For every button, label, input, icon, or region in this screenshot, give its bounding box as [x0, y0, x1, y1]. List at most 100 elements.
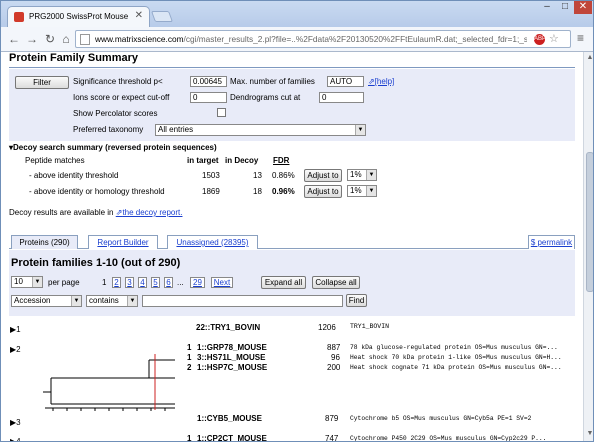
- tab-report-builder[interactable]: Report Builder: [88, 235, 158, 249]
- family-number: 2: [16, 345, 21, 354]
- hit-accession[interactable]: 1::CP2CT_MOUSE: [197, 434, 267, 441]
- decoy-row-decoy: 18: [253, 187, 262, 196]
- page-ellipsis: ...: [177, 278, 184, 287]
- sig-threshold-input[interactable]: [190, 76, 227, 87]
- scroll-down-icon[interactable]: ▼: [586, 430, 593, 437]
- page-icon: [80, 34, 90, 45]
- fdr-select[interactable]: 1% ▼: [347, 169, 377, 181]
- title-divider: [9, 67, 575, 68]
- forward-icon[interactable]: →: [25, 32, 39, 46]
- page-link[interactable]: 6: [164, 277, 173, 288]
- chevron-down-icon: ▼: [366, 170, 376, 180]
- vertical-scrollbar[interactable]: ▲ ▼: [583, 52, 593, 441]
- ions-cutoff-input[interactable]: [190, 92, 227, 103]
- hit-description: Heat shock 70 kDa protein 1-like OS=Mus …: [350, 354, 562, 361]
- find-button[interactable]: Find: [346, 294, 367, 307]
- hit-score: 887: [327, 343, 341, 352]
- hit-accession[interactable]: 1::CYB5_MOUSE: [197, 414, 262, 423]
- dendro-cut-input[interactable]: [319, 92, 364, 103]
- hit-score: 879: [325, 414, 339, 423]
- page-content: Protein Family Summary Filter Significan…: [1, 52, 583, 442]
- chevron-down-icon: ▼: [366, 186, 376, 196]
- fdr-select-value: 1%: [350, 186, 362, 195]
- page-link[interactable]: 29: [190, 277, 205, 288]
- per-page-select[interactable]: 10 ▼: [11, 276, 43, 288]
- decoy-row-fdr: 0.86%: [272, 171, 295, 180]
- taxonomy-select[interactable]: All entries ▼: [155, 124, 366, 136]
- close-window-icon[interactable]: ✕: [574, 1, 592, 14]
- close-tab-icon[interactable]: ✕: [135, 10, 143, 21]
- maximize-icon[interactable]: □: [557, 1, 573, 14]
- page-link[interactable]: 4: [138, 277, 147, 288]
- adjust-button[interactable]: Adjust to: [304, 185, 342, 198]
- hit-acc-text: 2::TRY1_BOVIN: [200, 323, 261, 332]
- wrench-icon[interactable]: ≡: [577, 31, 584, 45]
- hit-description: Cytochrome b5 OS=Mus musculus GN=Cyb5a P…: [350, 415, 532, 422]
- hit-accession[interactable]: 1::GRP78_MOUSE: [197, 343, 267, 352]
- expand-family-icon[interactable]: ▶2: [10, 345, 21, 354]
- decoy-row-target: 1869: [202, 187, 220, 196]
- hit-accession[interactable]: 3::HS71L_MOUSE: [197, 353, 265, 362]
- search-field-value: Accession: [14, 296, 51, 305]
- page-link[interactable]: 2: [112, 277, 121, 288]
- page-link[interactable]: 3: [125, 277, 134, 288]
- page-current: 1: [102, 278, 107, 287]
- tab-proteins[interactable]: Proteins (290): [11, 235, 78, 249]
- extension-icon[interactable]: ABP: [534, 34, 546, 45]
- hit-accession[interactable]: 22::TRY1_BOVIN: [196, 323, 260, 332]
- filter-button[interactable]: Filter: [15, 76, 69, 89]
- page-link[interactable]: 5: [151, 277, 160, 288]
- permalink-link[interactable]: $ permalink: [528, 235, 575, 249]
- collapse-all-button[interactable]: Collapse all: [312, 276, 360, 289]
- expand-family-icon[interactable]: ▶4: [10, 437, 21, 441]
- hit-description: Heat shock cognate 71 kDa protein OS=Mus…: [350, 364, 562, 371]
- tab-strip: PRG2000 SwissProt Mouse ✕ – □ ✕: [1, 1, 593, 27]
- tab-unassigned[interactable]: Unassigned (28395): [167, 235, 258, 249]
- bookmark-star-icon[interactable]: ☆: [549, 32, 559, 45]
- address-bar[interactable]: www.matrixscience.com/cgi/master_results…: [75, 30, 571, 48]
- expand-family-icon[interactable]: ▶3: [10, 418, 21, 427]
- hit-number: 2: [187, 363, 192, 372]
- family-number: 1: [16, 325, 21, 334]
- minimize-icon[interactable]: –: [539, 1, 555, 14]
- decoy-title: ▾Decoy search summary (reversed protein …: [9, 143, 217, 152]
- browser-tab[interactable]: PRG2000 SwissProt Mouse ✕: [7, 6, 150, 27]
- decoy-note: Decoy results are available in ⇗the deco…: [9, 208, 182, 217]
- new-tab-button[interactable]: [150, 11, 174, 22]
- decoy-row-label: - above identity threshold: [29, 171, 119, 180]
- col-target: in target: [187, 156, 219, 165]
- decoy-row-label: - above identity or homology threshold: [29, 187, 165, 196]
- scroll-thumb[interactable]: [586, 152, 593, 292]
- fdr-select[interactable]: 1% ▼: [347, 185, 377, 197]
- search-op-select[interactable]: contains ▼: [86, 295, 138, 307]
- expand-family-icon[interactable]: ▶1: [10, 325, 21, 334]
- hit-score: 747: [325, 434, 339, 442]
- back-icon[interactable]: ←: [7, 32, 21, 46]
- url-text: www.matrixscience.com/cgi/master_results…: [95, 34, 527, 44]
- reload-icon[interactable]: ↻: [43, 32, 57, 46]
- expand-all-button[interactable]: Expand all: [261, 276, 306, 289]
- browser-window: PRG2000 SwissProt Mouse ✕ – □ ✕ ← → ↻ ⌂ …: [0, 0, 594, 442]
- max-families-input[interactable]: [327, 76, 364, 87]
- search-input[interactable]: [142, 295, 343, 307]
- hit-score: 1206: [318, 323, 336, 332]
- decoy-note-prefix: Decoy results are available in: [9, 208, 114, 217]
- chevron-down-icon: ▼: [32, 277, 42, 287]
- help-link[interactable]: ⇗[help]: [368, 77, 394, 86]
- hit-number: 1: [187, 343, 192, 352]
- hit-description: Cytochrome P450 2C29 OS=Mus musculus GN=…: [350, 435, 547, 442]
- decoy-report-link[interactable]: ⇗the decoy report.: [116, 208, 183, 217]
- hit-accession[interactable]: 1::HSP7C_MOUSE: [197, 363, 267, 372]
- hit-number: 1: [187, 434, 192, 442]
- adjust-button[interactable]: Adjust to: [304, 169, 342, 182]
- home-icon[interactable]: ⌂: [59, 32, 73, 46]
- decoy-row-target: 1503: [202, 171, 220, 180]
- scroll-up-icon[interactable]: ▲: [586, 54, 593, 61]
- next-page-link[interactable]: Next: [211, 277, 233, 288]
- col-decoy: in Decoy: [225, 156, 259, 165]
- search-field-select[interactable]: Accession ▼: [11, 295, 82, 307]
- chevron-down-icon: ▼: [355, 125, 365, 135]
- family-number: 3: [16, 418, 21, 427]
- tab-title: PRG2000 SwissProt Mouse: [29, 12, 129, 21]
- percolator-checkbox[interactable]: [217, 108, 226, 117]
